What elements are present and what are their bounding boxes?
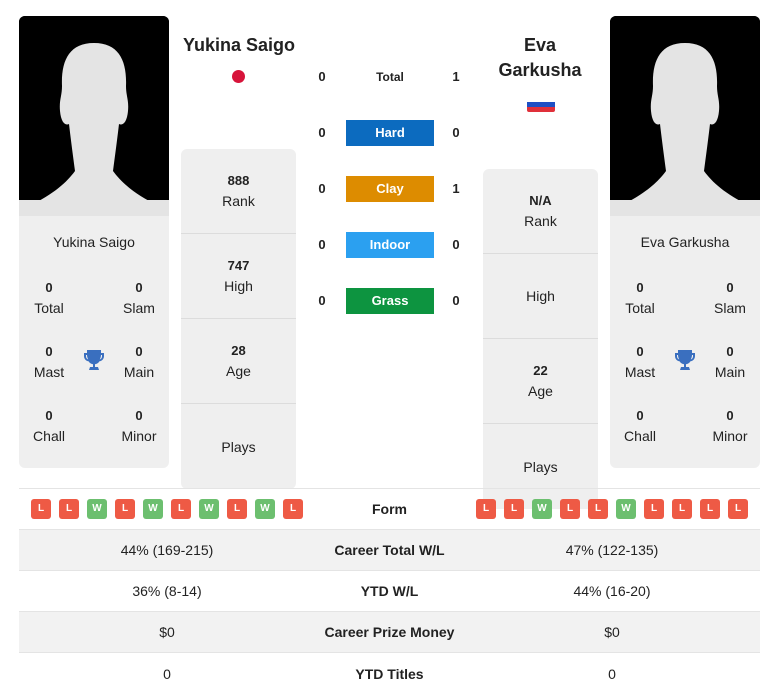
player1-high: 747 High (181, 234, 296, 319)
form-win-badge[interactable]: W (87, 499, 107, 519)
h2h-hard: 0 Hard 0 (310, 120, 470, 146)
form-loss-badge[interactable]: L (504, 499, 524, 519)
player1-plays: Plays (221, 438, 256, 455)
h2h-hard-p2: 0 (452, 125, 460, 140)
player1-form: LLWLWLWLWL (19, 499, 315, 519)
h2h-indoor: 0 Indoor 0 (310, 232, 470, 258)
player2-ytd-titles: 0 (608, 665, 616, 682)
h2h-total-p2: 1 (452, 69, 460, 84)
ytd-titles-row: 0 YTD Titles 0 (19, 653, 760, 694)
h2h-indoor-p1: 0 (318, 237, 326, 252)
russia-flag-icon (527, 98, 555, 112)
player1-chall-titles: 0 Chall (33, 408, 65, 444)
player1-career-wl: 44% (169-215) (120, 542, 214, 558)
player2-high: High (483, 254, 598, 339)
player1-stats: 888 Rank 747 High 28 Age Plays (181, 149, 296, 489)
form-loss-badge[interactable]: L (171, 499, 191, 519)
player1-age: 28 Age (181, 319, 296, 404)
h2h-clay-p2: 1 (452, 181, 460, 196)
form-win-badge[interactable]: W (143, 499, 163, 519)
form-loss-badge[interactable]: L (560, 499, 580, 519)
player1-ytd-wl: 36% (8-14) (132, 583, 202, 599)
player2-chall-titles: 0 Chall (624, 408, 656, 444)
surface-grass-badge[interactable]: Grass (346, 288, 434, 314)
h2h-indoor-p2: 0 (452, 237, 460, 252)
player2-ytd-wl: 44% (16-20) (573, 583, 651, 599)
career-wl-row: 44% (169-215) Career Total W/L 47% (122-… (19, 530, 760, 571)
player2-total-titles: 0 Total (625, 280, 655, 316)
career-wl-label: Career Total W/L (334, 542, 445, 558)
player1-mast-titles: 0 Mast (33, 344, 65, 380)
player2-career-wl: 47% (122-135) (565, 542, 659, 558)
player1-ytd-titles: 0 (163, 665, 171, 682)
prize-money-row: $0 Career Prize Money $0 (19, 612, 760, 653)
form-loss-badge[interactable]: L (672, 499, 692, 519)
player1-photo (19, 16, 169, 216)
player2-stats: N/A Rank High 22 Age Plays (483, 169, 598, 509)
player2-minor-titles: 0 Minor (712, 408, 748, 444)
player2-main-titles: 0 Main (714, 344, 746, 380)
player2-name-line1: Eva (523, 35, 557, 55)
h2h-total-label: Total (376, 70, 404, 84)
player2-slam-titles: 0 Slam (714, 280, 746, 316)
player1-rank: 888 Rank (181, 149, 296, 234)
form-loss-badge[interactable]: L (476, 499, 496, 519)
h2h-grass: 0 Grass 0 (310, 288, 470, 314)
form-row: LLWLWLWLWL Form LLWLLWLLLL (19, 489, 760, 530)
form-loss-badge[interactable]: L (59, 499, 79, 519)
surface-hard-badge[interactable]: Hard (346, 120, 434, 146)
player2-age: 22 Age (483, 339, 598, 424)
form-loss-badge[interactable]: L (644, 499, 664, 519)
trophy-icon (675, 350, 695, 370)
form-win-badge[interactable]: W (616, 499, 636, 519)
player1-card-name: Yukina Saigo (53, 234, 135, 250)
form-loss-badge[interactable]: L (700, 499, 720, 519)
silhouette-icon (610, 16, 760, 216)
form-label: Form (372, 501, 407, 517)
prize-money-label: Career Prize Money (324, 624, 455, 640)
ytd-wl-label: YTD W/L (360, 583, 419, 599)
player2-mast-titles: 0 Mast (624, 344, 656, 380)
trophy-icon (84, 350, 104, 370)
comparison-table: LLWLWLWLWL Form LLWLLWLLLL 44% (169-215)… (19, 488, 760, 694)
form-loss-badge[interactable]: L (31, 499, 51, 519)
form-win-badge[interactable]: W (532, 499, 552, 519)
ytd-titles-label: YTD Titles (355, 665, 424, 682)
form-win-badge[interactable]: W (255, 499, 275, 519)
player2-form: LLWLLWLLLL (464, 499, 760, 519)
player1-total-titles: 0 Total (34, 280, 64, 316)
h2h-grass-p1: 0 (318, 293, 326, 308)
silhouette-icon (19, 16, 169, 216)
ytd-wl-row: 36% (8-14) YTD W/L 44% (16-20) (19, 571, 760, 612)
player1-card: Yukina Saigo 0 Total 0 Slam 0 Mast 0 Main 0C… (19, 216, 169, 468)
player2-photo (610, 16, 760, 216)
player1-name[interactable]: Yukina Saigo (176, 33, 302, 58)
h2h-grass-p2: 0 (452, 293, 460, 308)
player2-name-line2: Garkusha (498, 60, 582, 80)
surface-indoor-badge[interactable]: Indoor (346, 232, 434, 258)
japan-flag-icon (232, 70, 245, 83)
form-loss-badge[interactable]: L (588, 499, 608, 519)
surface-clay-badge[interactable]: Clay (346, 176, 434, 202)
player2-card-name: Eva Garkusha (640, 234, 730, 250)
h2h-clay-p1: 0 (318, 181, 326, 196)
player2-prize-money: $0 (604, 624, 620, 640)
player1-slam-titles: 0 Slam (123, 280, 155, 316)
form-loss-badge[interactable]: L (227, 499, 247, 519)
player1-prize-money: $0 (159, 624, 175, 640)
player2-card: Eva Garkusha 0 Total 0 Slam 0 Mast 0 Main 0C… (610, 216, 760, 468)
form-win-badge[interactable]: W (199, 499, 219, 519)
h2h-total: 0 Total 1 (310, 64, 470, 90)
form-loss-badge[interactable]: L (115, 499, 135, 519)
h2h-total-p1: 0 (318, 69, 326, 84)
player2-name[interactable]: Eva Garkusha (480, 33, 600, 83)
h2h-hard-p1: 0 (318, 125, 326, 140)
form-loss-badge[interactable]: L (728, 499, 748, 519)
form-loss-badge[interactable]: L (283, 499, 303, 519)
player2-rank: N/A Rank (483, 169, 598, 254)
player1-main-titles: 0 Main (123, 344, 155, 380)
player1-minor-titles: 0 Minor (121, 408, 157, 444)
h2h-clay: 0 Clay 1 (310, 176, 470, 202)
